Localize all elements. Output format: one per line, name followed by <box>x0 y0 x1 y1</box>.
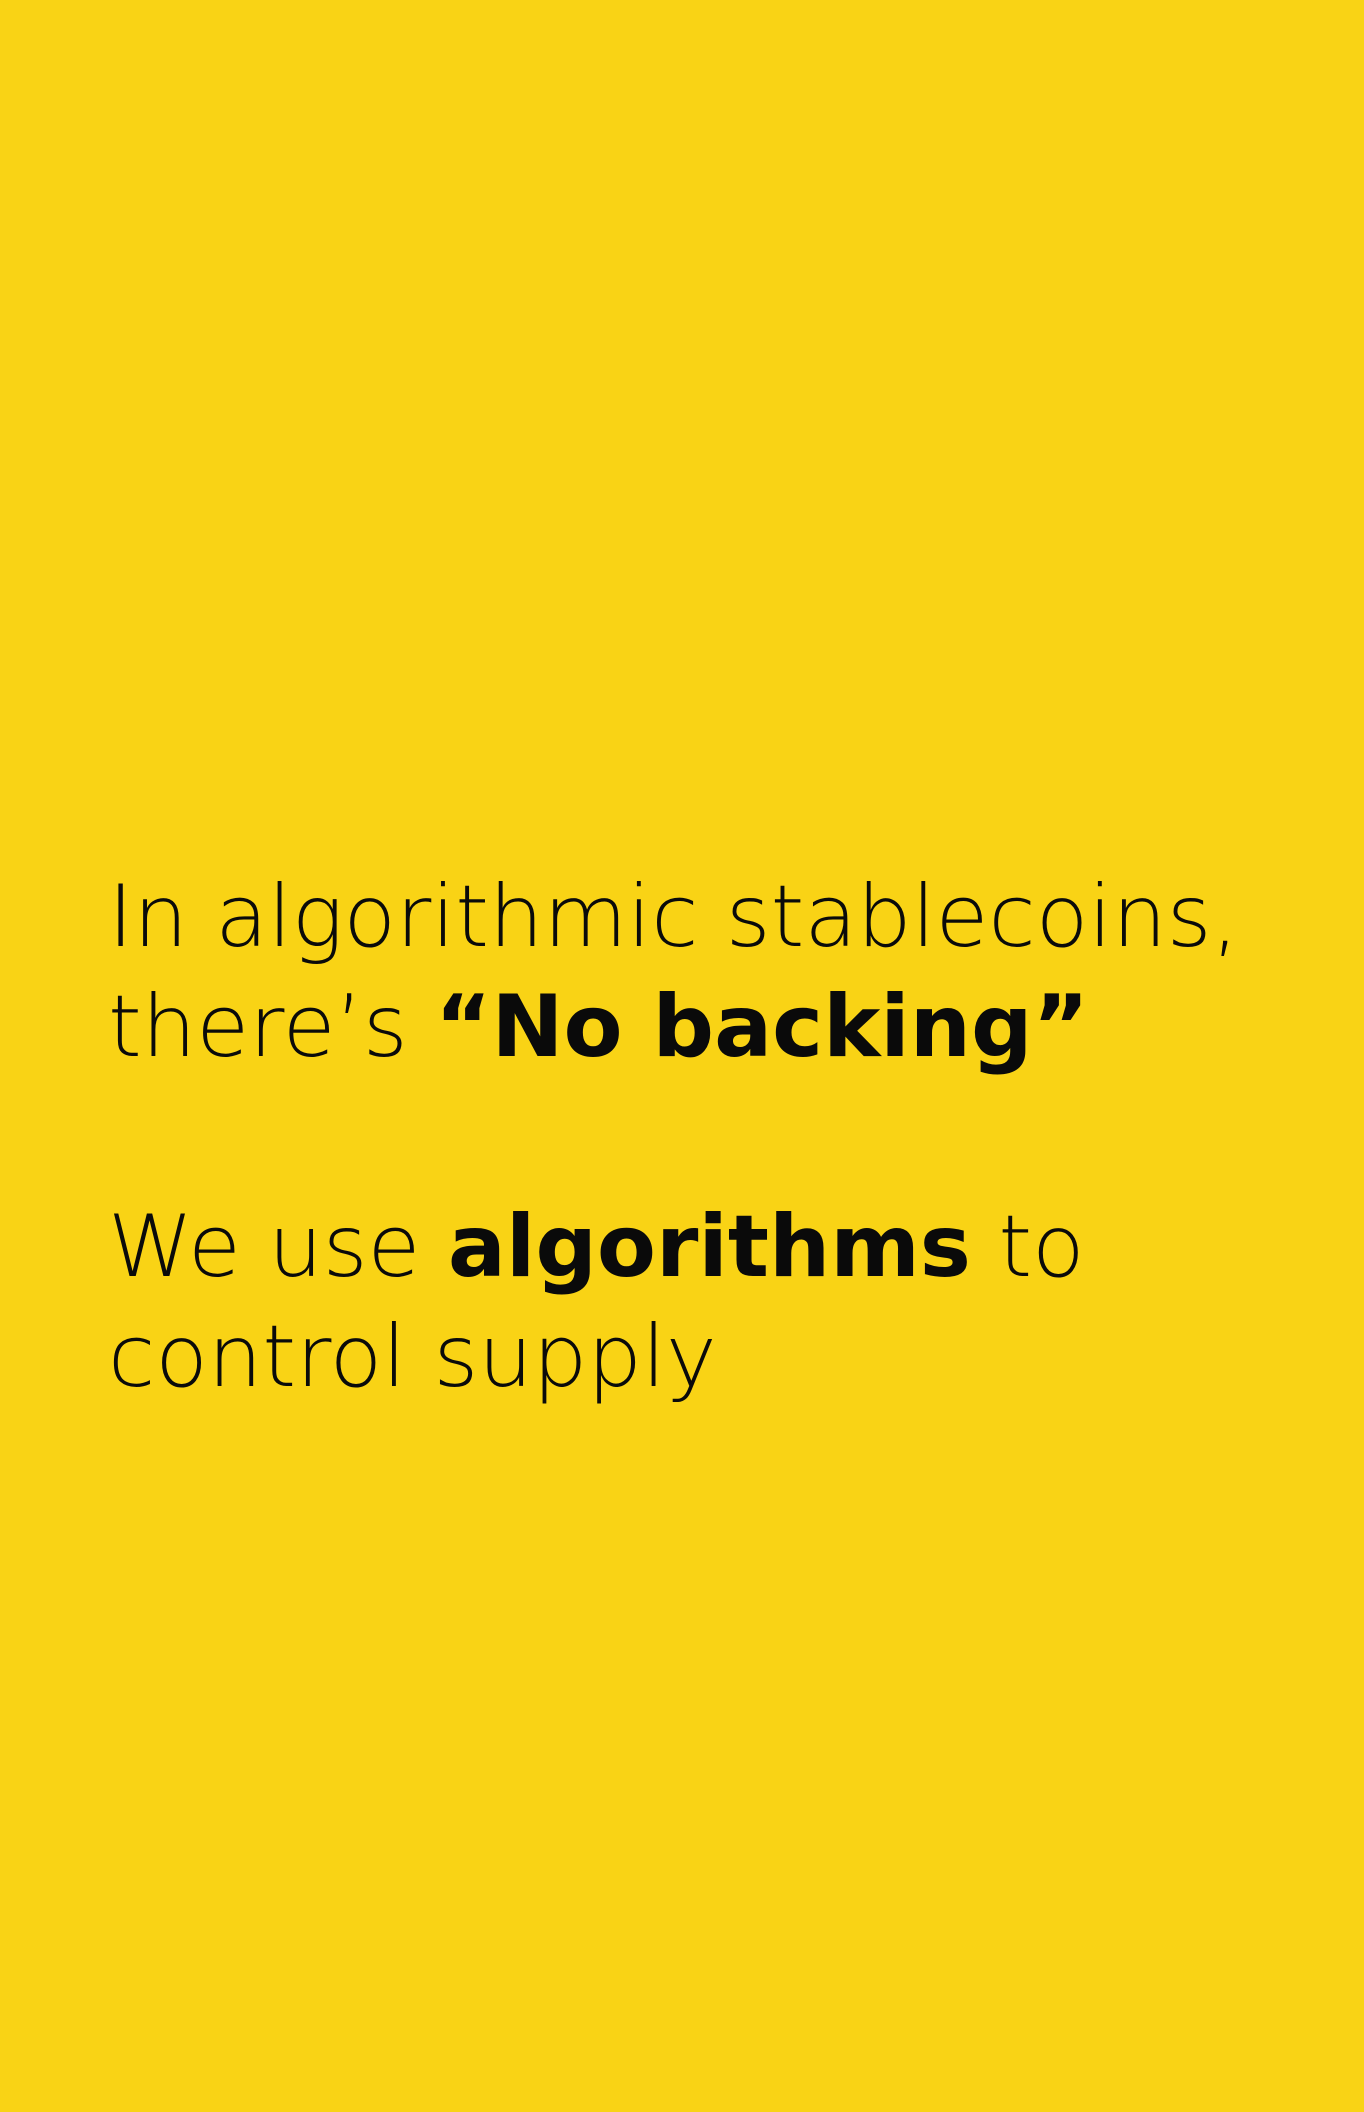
text-line: In algorithmic stablecoins, <box>108 867 1239 967</box>
text-plain: there’s <box>108 977 435 1077</box>
paragraph-no-backing: In algorithmic stablecoins, there’s “No … <box>108 862 1288 1082</box>
emphasis-no-backing: “No backing” <box>435 977 1090 1077</box>
slide-text: In algorithmic stablecoins, there’s “No … <box>108 862 1288 1412</box>
slide: In algorithmic stablecoins, there’s “No … <box>0 0 1364 2112</box>
text-plain: We use <box>108 1197 448 1297</box>
text-line: there’s “No backing” <box>108 972 1288 1082</box>
text-line: We use algorithms to <box>108 1192 1288 1302</box>
text-line: control supply <box>108 1307 717 1407</box>
paragraph-algorithms: We use algorithms to control supply <box>108 1192 1288 1412</box>
emphasis-algorithms: algorithms <box>447 1197 971 1297</box>
text-plain: to <box>971 1197 1085 1297</box>
